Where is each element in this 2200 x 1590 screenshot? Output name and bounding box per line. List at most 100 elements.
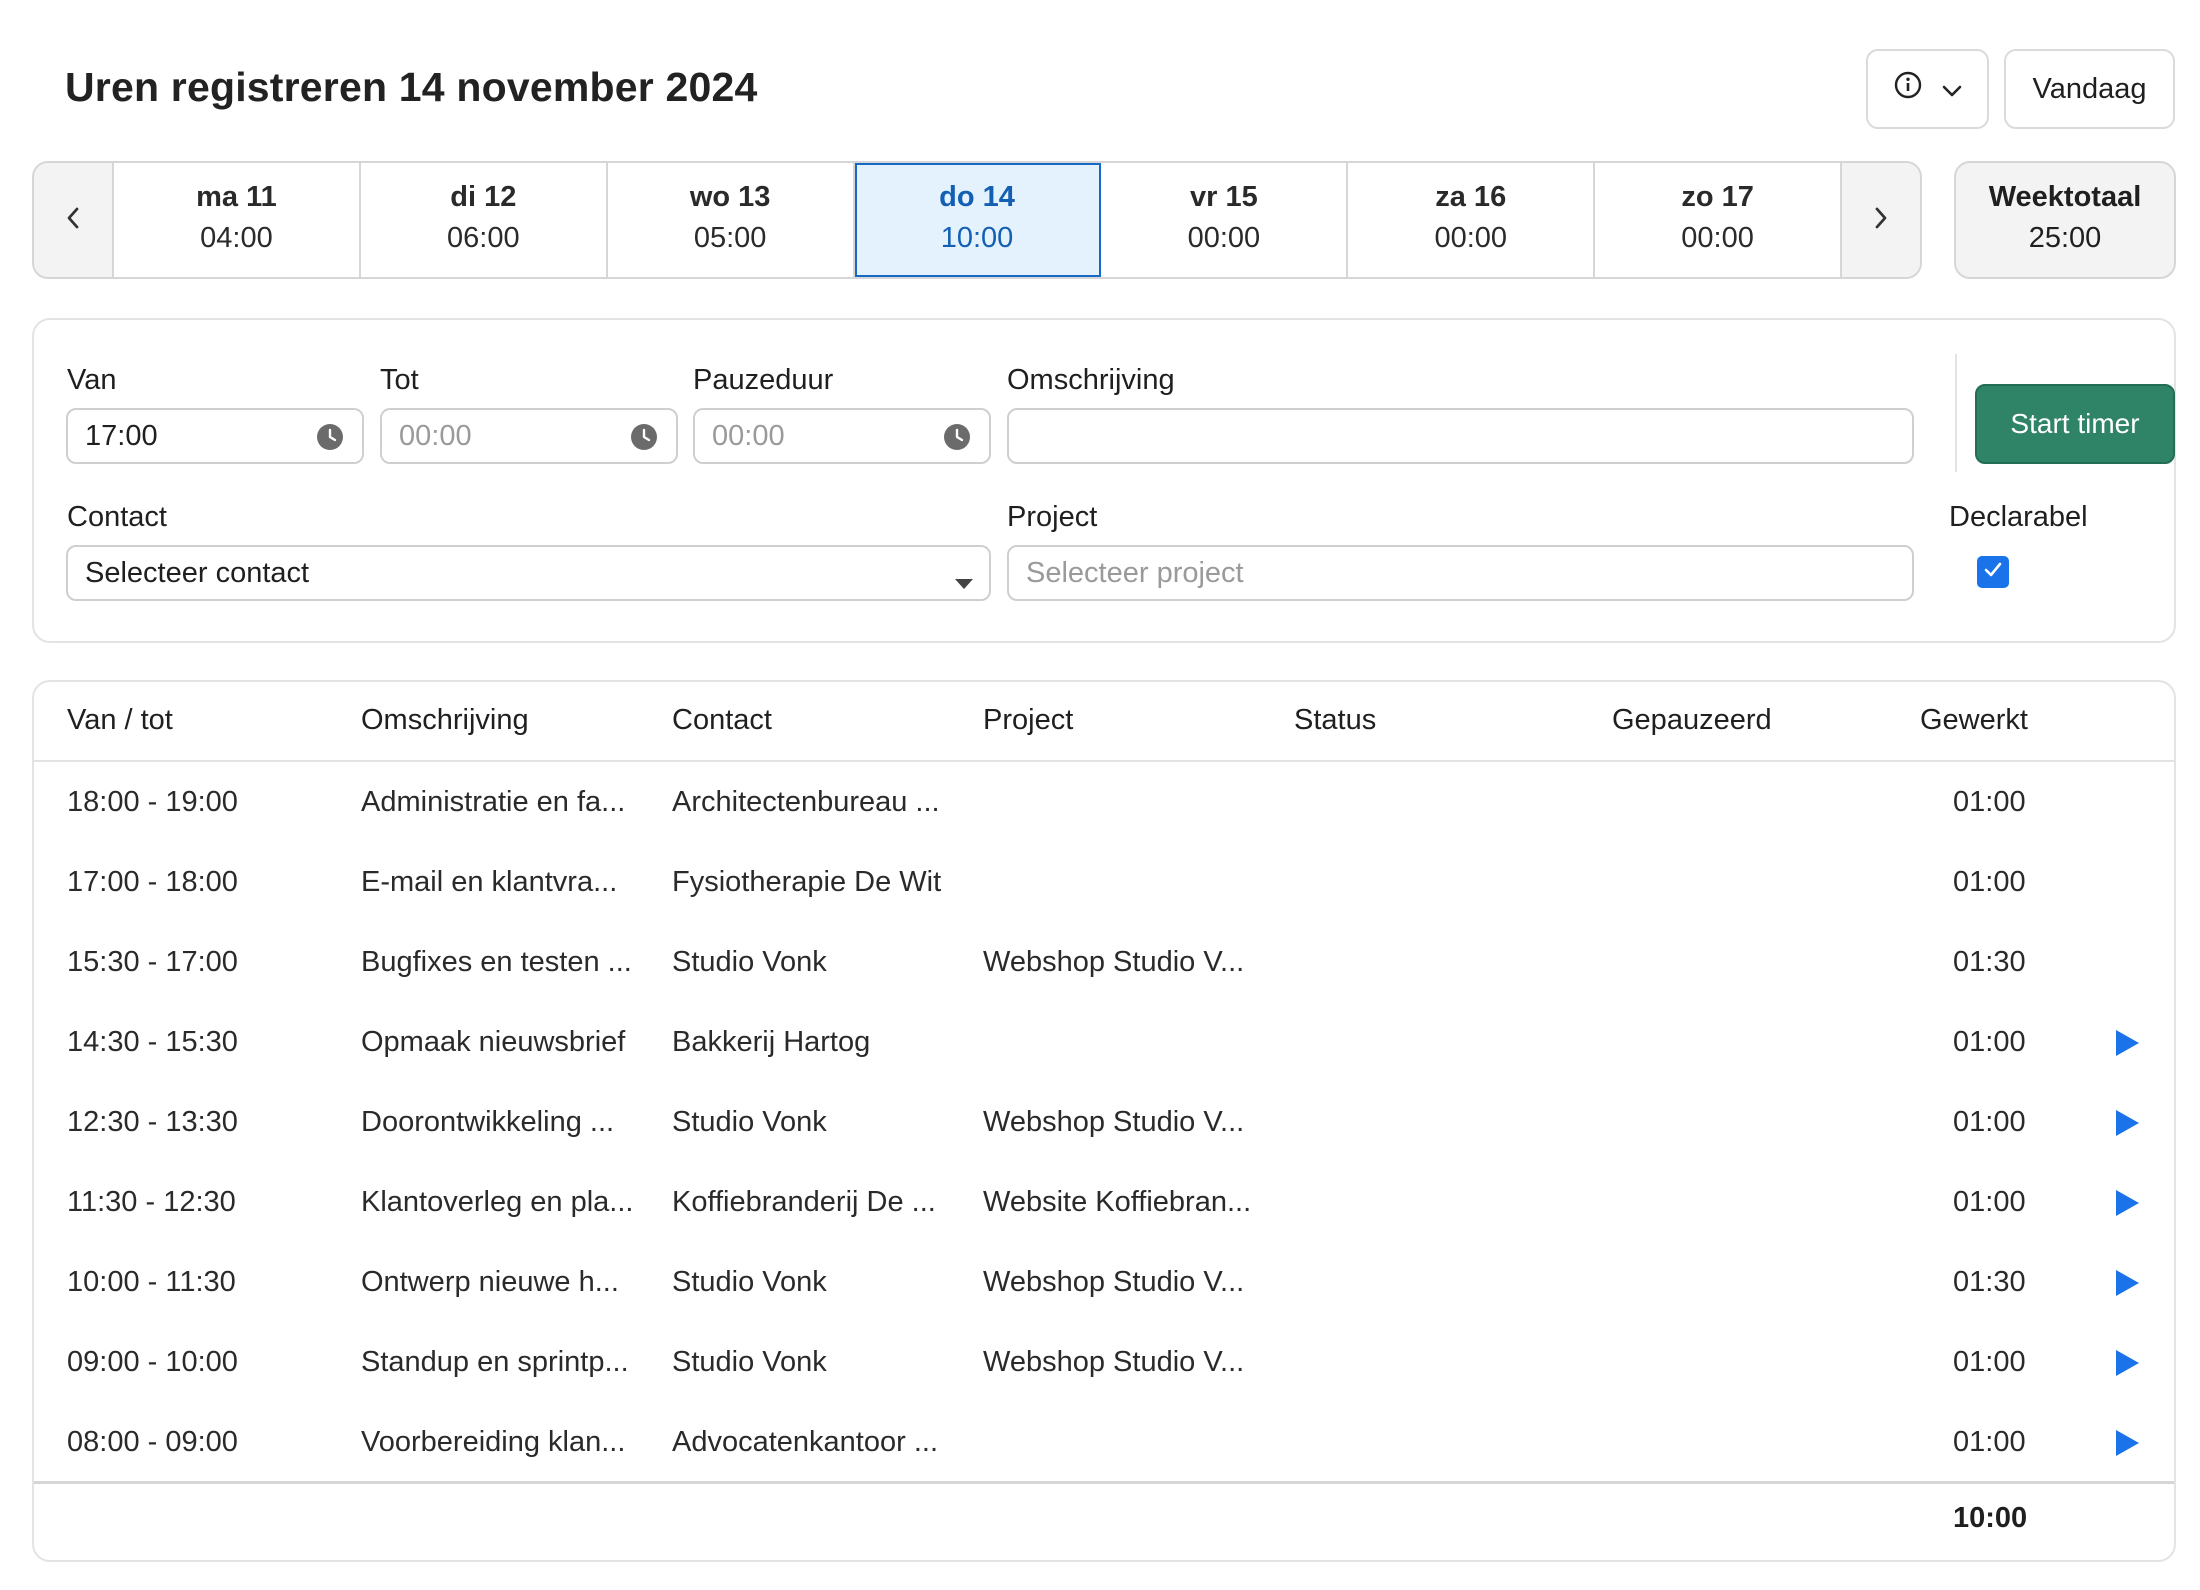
cell-worked: 01:00 — [1953, 1346, 2026, 1378]
day-tab-zo-17[interactable]: zo 17 00:00 — [1595, 163, 1840, 277]
cell-project: Webshop Studio V... — [983, 1266, 1245, 1298]
clock-icon — [630, 423, 658, 451]
table-row[interactable]: 14:30 - 15:30 Opmaak nieuwsbrief Bakkeri… — [34, 1002, 2174, 1082]
day-tab-za-16[interactable]: za 16 00:00 — [1348, 163, 1596, 277]
cell-worked: 01:00 — [1953, 1026, 2026, 1058]
time-entries-table: Van / tot Omschrijving Contact Project S… — [32, 680, 2176, 1562]
clock-icon — [316, 423, 344, 451]
play-icon[interactable] — [2114, 1189, 2140, 1217]
contact-label: Contact — [67, 501, 167, 533]
column-header-omschrijving: Omschrijving — [361, 704, 529, 736]
day-hours: 00:00 — [1434, 222, 1508, 254]
start-timer-button[interactable]: Start timer — [1975, 384, 2175, 464]
day-tab-ma-11[interactable]: ma 11 04:00 — [114, 163, 361, 277]
pauze-label: Pauzeduur — [693, 364, 834, 396]
cell-description: Standup en sprintp... — [361, 1346, 629, 1378]
cell-description: Ontwerp nieuwe h... — [361, 1266, 619, 1298]
cell-contact: Advocatenkantoor ... — [672, 1426, 938, 1458]
time-entry-form: Van 17:00 Tot 00:00 Pauzeduur 00:00 Omsc… — [32, 318, 2176, 643]
table-row[interactable]: 08:00 - 09:00 Voorbereiding klan... Advo… — [34, 1402, 2174, 1482]
chevron-down-icon — [1941, 73, 1963, 106]
play-icon[interactable] — [2114, 1429, 2140, 1457]
cell-time: 08:00 - 09:00 — [67, 1426, 238, 1458]
cell-worked: 01:00 — [1953, 1106, 2026, 1138]
cell-project: Webshop Studio V... — [983, 1346, 1245, 1378]
chevron-left-icon — [65, 205, 81, 236]
cell-contact: Studio Vonk — [672, 1346, 827, 1378]
cell-description: E-mail en klantvra... — [361, 866, 618, 898]
play-icon[interactable] — [2114, 1269, 2140, 1297]
day-hours: 00:00 — [1681, 222, 1754, 254]
table-row[interactable]: 17:00 - 18:00 E-mail en klantvra... Fysi… — [34, 842, 2174, 922]
day-tab-di-12[interactable]: di 12 06:00 — [361, 163, 608, 277]
today-button[interactable]: Vandaag — [2004, 49, 2175, 129]
week-days: ma 11 04:00 di 12 06:00 wo 13 05:00 do 1… — [112, 163, 1842, 277]
column-header-gepauzeerd: Gepauzeerd — [1612, 704, 1772, 736]
cell-contact: Studio Vonk — [672, 946, 827, 978]
tot-time-input[interactable]: 00:00 — [380, 408, 678, 464]
cell-description: Voorbereiding klan... — [361, 1426, 626, 1458]
play-icon[interactable] — [2114, 1109, 2140, 1137]
day-hours: 05:00 — [693, 222, 767, 254]
previous-week-button[interactable] — [34, 163, 112, 277]
cell-project: Website Koffiebran... — [983, 1186, 1252, 1218]
table-row[interactable]: 18:00 - 19:00 Administratie en fa... Arc… — [34, 762, 2174, 842]
project-input[interactable]: Selecteer project — [1007, 545, 1914, 601]
chevron-right-icon — [1873, 205, 1889, 236]
day-tab-wo-13[interactable]: wo 13 05:00 — [608, 163, 855, 277]
van-label: Van — [67, 364, 117, 396]
day-tab-do-14[interactable]: do 14 10:00 — [854, 163, 1102, 277]
pauze-placeholder: 00:00 — [712, 419, 785, 452]
pauze-duration-input[interactable]: 00:00 — [693, 408, 991, 464]
project-label: Project — [1007, 501, 1098, 533]
van-value: 17:00 — [85, 419, 158, 452]
table-row[interactable]: 10:00 - 11:30 Ontwerp nieuwe h... Studio… — [34, 1242, 2174, 1322]
declarabel-label: Declarabel — [1949, 501, 2088, 533]
next-week-button[interactable] — [1842, 163, 1920, 277]
play-icon[interactable] — [2114, 1349, 2140, 1377]
cell-description: Klantoverleg en pla... — [361, 1186, 634, 1218]
page-title: Uren registreren 14 november 2024 — [65, 64, 758, 110]
contact-select[interactable]: Selecteer contact — [66, 545, 991, 601]
cell-project: Webshop Studio V... — [983, 1106, 1245, 1138]
day-name: do 14 — [939, 181, 1015, 213]
day-name: vr 15 — [1190, 181, 1258, 213]
cell-time: 17:00 - 18:00 — [67, 866, 238, 898]
cell-worked: 01:00 — [1953, 866, 2026, 898]
info-dropdown-button[interactable] — [1866, 49, 1989, 129]
table-row[interactable]: 12:30 - 13:30 Doorontwikkeling ... Studi… — [34, 1082, 2174, 1162]
table-row[interactable]: 11:30 - 12:30 Klantoverleg en pla... Kof… — [34, 1162, 2174, 1242]
day-name: di 12 — [450, 181, 517, 213]
form-divider — [1955, 354, 1957, 472]
van-time-input[interactable]: 17:00 — [66, 408, 364, 464]
cell-time: 12:30 - 13:30 — [67, 1106, 238, 1138]
cell-time: 09:00 - 10:00 — [67, 1346, 238, 1378]
cell-worked: 01:00 — [1953, 1426, 2026, 1458]
total-worked: 10:00 — [1953, 1502, 2028, 1534]
play-icon[interactable] — [2114, 1029, 2140, 1057]
project-placeholder: Selecteer project — [1026, 556, 1244, 589]
table-row[interactable]: 09:00 - 10:00 Standup en sprintp... Stud… — [34, 1322, 2174, 1402]
declarabel-checkbox[interactable] — [1977, 556, 2009, 588]
cell-contact: Koffiebranderij De ... — [672, 1186, 936, 1218]
cell-worked: 01:30 — [1953, 1266, 2026, 1298]
day-hours: 10:00 — [940, 222, 1014, 254]
cell-worked: 01:30 — [1953, 946, 2026, 978]
cell-time: 18:00 - 19:00 — [67, 786, 238, 818]
day-hours: 06:00 — [447, 222, 520, 254]
omschrijving-input[interactable] — [1007, 408, 1914, 464]
day-tab-vr-15[interactable]: vr 15 00:00 — [1101, 163, 1349, 277]
cell-contact: Fysiotherapie De Wit — [672, 866, 942, 898]
day-hours: 04:00 — [200, 222, 273, 254]
cell-worked: 01:00 — [1953, 1186, 2026, 1218]
column-header-vantot: Van / tot — [67, 704, 173, 736]
caret-down-icon — [953, 566, 975, 599]
week-total-hours: 25:00 — [2028, 222, 2102, 254]
table-row[interactable]: 15:30 - 17:00 Bugfixes en testen ... Stu… — [34, 922, 2174, 1002]
cell-description: Bugfixes en testen ... — [361, 946, 632, 978]
cell-contact: Studio Vonk — [672, 1266, 827, 1298]
cell-contact: Bakkerij Hartog — [672, 1026, 871, 1058]
cell-time: 10:00 - 11:30 — [67, 1266, 236, 1298]
omschrijving-label: Omschrijving — [1007, 364, 1175, 396]
week-total-label: Weektotaal — [1988, 181, 2142, 213]
